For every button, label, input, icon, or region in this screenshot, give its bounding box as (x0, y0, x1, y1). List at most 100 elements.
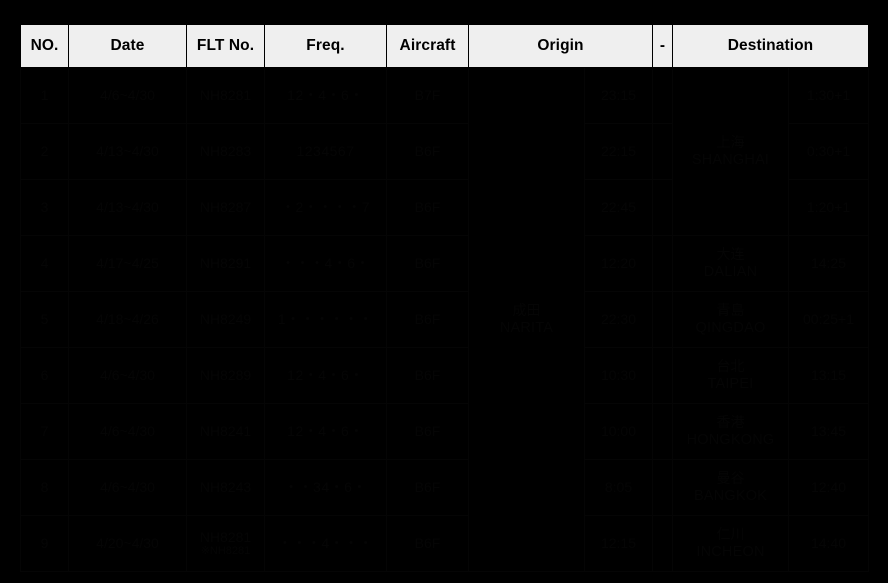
cell-aircraft[interactable]: B6F (386, 347, 469, 404)
cell-departure-time: 22:15 (584, 123, 653, 180)
cell-flt-no: NH8283 (186, 123, 265, 180)
cell-no: 8 (20, 459, 69, 516)
cell-arrival-time: 14:25 (788, 235, 869, 292)
destination-label-jp: 仁川 (716, 525, 745, 542)
column-header-flt-no[interactable]: FLT No. (186, 24, 265, 68)
cell-aircraft[interactable]: B6F (386, 235, 469, 292)
column-header-no[interactable]: NO. (20, 24, 69, 68)
destination-label-en: SHANGHAI (691, 152, 770, 169)
cell-departure-time: 22:45 (584, 179, 653, 236)
cell-no: 2 (20, 123, 69, 180)
origin-label-en: NARITA (499, 320, 554, 337)
column-header-aircraft[interactable]: Aircraft (386, 24, 469, 68)
cell-departure-time: 23:15 (584, 67, 653, 124)
table-row[interactable]: 4 4/17~4/25 NH8291 ・・・4・6・ B6F 12:20 大连 … (20, 235, 869, 292)
cell-date-alert: 4/17~4/25 (68, 235, 187, 292)
column-header-date[interactable]: Date (68, 24, 187, 68)
cell-destination: 青島 QINGDAO (672, 291, 789, 348)
cell-flt-no: NH8287 (186, 179, 265, 236)
destination-label-en: TAIPEI (707, 376, 754, 393)
cell-arrival-time: 12:40 (788, 459, 869, 516)
cell-flt-no: NH8249 (186, 291, 265, 348)
cell-date: 4/6~4/30 (68, 459, 187, 516)
cell-freq: 1・・・・・・ (264, 291, 387, 348)
destination-label-en: QINGDAO (695, 320, 766, 337)
cell-flt-no: NH8241 (186, 403, 265, 460)
cell-departure-time: 8:05 (584, 459, 653, 516)
destination-label-jp: 曼谷 (716, 469, 745, 486)
cell-aircraft[interactable]: B6F (386, 459, 469, 516)
cell-flt-no: NH8243 (186, 459, 265, 516)
flt-no-value: NH8281 (199, 529, 252, 546)
cell-dash (652, 179, 673, 236)
cell-destination: 台北 TAIPEI (672, 347, 789, 404)
cell-aircraft[interactable]: B6F (386, 403, 469, 460)
cell-date: 4/13~4/30 (68, 179, 187, 236)
cell-dash (652, 403, 673, 460)
table-row[interactable]: 1 4/6~4/30 NH8281 12・4・6・ B7F 成田 NARITA … (20, 67, 869, 572)
cell-dash (652, 291, 673, 348)
cell-dash (652, 235, 673, 292)
cell-departure-time: 12:15 (584, 515, 653, 572)
cell-date: 4/20~4/30 (68, 515, 187, 572)
cell-aircraft-selected[interactable]: B7F (386, 67, 469, 124)
destination-label-en: BANGKOK (693, 488, 768, 505)
cell-freq: ・・・4・・・ (264, 515, 387, 572)
cell-arrival-time: 13:45 (788, 403, 869, 460)
cell-flt-no: NH8289 (186, 347, 265, 404)
table-row[interactable]: 9 4/20~4/30 NH8281 ※NH8281 ・・・4・・・ B6F 1… (20, 515, 869, 572)
destination-label-jp: 青島 (716, 301, 745, 318)
destination-label-en: DALIAN (703, 264, 758, 281)
table-body: 1 4/6~4/30 NH8281 12・4・6・ B7F 成田 NARITA … (20, 67, 869, 572)
cell-no: 1 (20, 67, 69, 124)
cell-freq: ・・34・6・ (264, 459, 387, 516)
cell-date: 4/6~4/30 (68, 347, 187, 404)
cell-departure-time: 10:30 (584, 347, 653, 404)
cell-arrival-time: 00:25+1 (788, 291, 869, 348)
cell-arrival-time: 13:15 (788, 347, 869, 404)
destination-label-jp: 台北 (716, 357, 745, 374)
cell-aircraft[interactable]: B6F (386, 515, 469, 572)
cell-freq: ・・・4・6・ (264, 235, 387, 292)
cell-arrival-time: 14:40 (788, 515, 869, 572)
cell-date: 4/6~4/30 (68, 67, 187, 124)
cell-freq: 12・4・6・ (264, 347, 387, 404)
cell-dash (652, 459, 673, 516)
cell-origin-merged: 成田 NARITA (468, 67, 585, 572)
column-header-destination[interactable]: Destination (672, 24, 869, 68)
column-header-origin[interactable]: Origin (468, 24, 653, 68)
cell-dash (652, 515, 673, 572)
destination-label-en: INCHEON (696, 544, 765, 561)
cell-no: 4 (20, 235, 69, 292)
cell-departure-time: 10:00 (584, 403, 653, 460)
cell-freq: 12・4・6・ (264, 403, 387, 460)
cell-aircraft[interactable]: B6F (386, 179, 469, 236)
cell-destination: 香港 HONGKONG (672, 403, 789, 460)
cell-no: 6 (20, 347, 69, 404)
cell-date: 4/13~4/30 (68, 123, 187, 180)
destination-label-en: HONGKONG (686, 432, 775, 449)
cell-departure-time: 12:20 (584, 235, 653, 292)
origin-label-jp: 成田 (512, 301, 541, 318)
column-header-freq[interactable]: Freq. (264, 24, 387, 68)
cell-aircraft[interactable]: B6F (386, 291, 469, 348)
flight-schedule-table: NO. Date FLT No. Freq. Aircraft Origin -… (20, 24, 869, 572)
header-row: NO. Date FLT No. Freq. Aircraft Origin -… (20, 24, 869, 68)
column-header-dash[interactable]: - (652, 24, 673, 68)
cell-date: 4/6~4/30 (68, 403, 187, 460)
destination-label-jp: 香港 (716, 413, 745, 430)
table-row[interactable]: 8 4/6~4/30 NH8243 ・・34・6・ B6F 8:05 曼谷 BA… (20, 459, 869, 516)
cell-date: 4/18~4/26 (68, 291, 187, 348)
cell-departure-time: 22:30 (584, 291, 653, 348)
cell-destination-merged: 上海 SHANGHAI (672, 67, 789, 236)
cell-arrival-time: 1:20+1 (788, 179, 869, 236)
table-row[interactable]: 5 4/18~4/26 NH8249 1・・・・・・ B6F 22:30 青島 … (20, 291, 869, 348)
cell-freq: 12・4・6・ (264, 67, 387, 124)
table-header: NO. Date FLT No. Freq. Aircraft Origin -… (20, 24, 869, 68)
screenshot-root: NO. Date FLT No. Freq. Aircraft Origin -… (0, 0, 888, 583)
table-row[interactable]: 6 4/6~4/30 NH8289 12・4・6・ B6F 10:30 台北 T… (20, 347, 869, 404)
table-row[interactable]: 7 4/6~4/30 NH8241 12・4・6・ B6F 10:00 香港 H… (20, 403, 869, 460)
cell-flt-no: NH8281 ※NH8281 (186, 515, 265, 572)
cell-destination: 仁川 INCHEON (672, 515, 789, 572)
cell-aircraft[interactable]: B6F (386, 123, 469, 180)
